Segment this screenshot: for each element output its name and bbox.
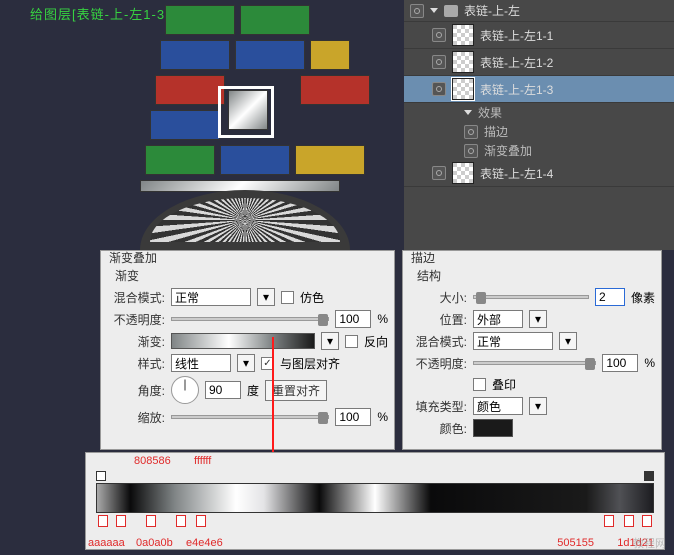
fx-stroke[interactable]: 描边 [484, 123, 508, 140]
group-name: 表链-上-左 [464, 2, 520, 19]
canvas-viewport [100, 0, 390, 250]
slider-scale[interactable] [171, 415, 329, 419]
fx-gradient-overlay[interactable]: 渐变叠加 [484, 142, 532, 159]
select-blend-mode[interactable]: 正常 [473, 332, 553, 350]
watermark: 教程网 [633, 535, 666, 551]
color-stop[interactable] [176, 515, 186, 527]
dropdown-icon[interactable]: ▾ [529, 310, 547, 328]
visibility-icon[interactable] [432, 82, 446, 96]
checkbox-dither[interactable] [281, 291, 294, 304]
dialog-gradient-overlay: 渐变叠加 渐变 混合模式: 正常▾ 仿色 不透明度: 100 % 渐变: ▾ 反… [100, 250, 395, 450]
color-stop[interactable] [624, 515, 634, 527]
dropdown-icon[interactable]: ▾ [559, 332, 577, 350]
dialog-title: 描边 [411, 249, 435, 266]
select-fill-type[interactable]: 颜色 [473, 397, 523, 415]
visibility-icon[interactable] [464, 144, 478, 158]
checkbox-reverse[interactable] [345, 335, 358, 348]
color-stop[interactable] [146, 515, 156, 527]
layers-panel: 表链-上-左 表链-上-左1-1 表链-上-左1-2 表链-上-左1-3 效果 … [404, 0, 674, 250]
dropdown-icon[interactable]: ▾ [237, 354, 255, 372]
color-stop[interactable] [642, 515, 652, 527]
layer-item[interactable]: 表链-上-左1-2 [404, 49, 674, 76]
selection-marquee [218, 86, 274, 138]
input-size[interactable]: 2 [595, 288, 625, 306]
color-stop[interactable] [98, 515, 108, 527]
dropdown-icon[interactable]: ▾ [257, 288, 275, 306]
input-scale[interactable]: 100 [335, 408, 371, 426]
slider-opacity[interactable] [171, 317, 329, 321]
select-style[interactable]: 线性 [171, 354, 231, 372]
reset-align-button[interactable]: 重置对齐 [265, 380, 327, 401]
color-stop[interactable] [604, 515, 614, 527]
visibility-icon[interactable] [432, 55, 446, 69]
visibility-icon[interactable] [464, 125, 478, 139]
input-opacity[interactable]: 100 [335, 310, 371, 328]
color-swatch[interactable] [473, 419, 513, 437]
layer-item-selected[interactable]: 表链-上-左1-3 [404, 76, 674, 103]
dropdown-icon[interactable]: ▾ [321, 332, 339, 350]
fx-label: 效果 [478, 104, 502, 121]
color-stop[interactable] [116, 515, 126, 527]
color-stop[interactable] [196, 515, 206, 527]
layer-group[interactable]: 表链-上-左 [404, 0, 674, 22]
folder-icon [444, 5, 458, 17]
input-angle[interactable]: 90 [205, 381, 241, 399]
opacity-stop[interactable] [644, 471, 654, 481]
select-blend-mode[interactable]: 正常 [171, 288, 251, 306]
gradient-bar[interactable] [96, 483, 654, 513]
dialog-stroke: 描边 结构 大小: 2 像素 位置: 外部▾ 混合模式: 正常▾ 不透明度: 1… [402, 250, 662, 450]
dropdown-icon[interactable]: ▾ [529, 397, 547, 415]
visibility-icon[interactable] [432, 28, 446, 42]
checkbox-overprint[interactable] [473, 378, 486, 391]
input-opacity[interactable]: 100 [602, 354, 638, 372]
opacity-stop[interactable] [96, 471, 106, 481]
annotation-arrow [272, 337, 274, 455]
layer-item[interactable]: 表链-上-左1-4 [404, 160, 674, 187]
gradient-picker[interactable] [171, 333, 315, 349]
select-position[interactable]: 外部 [473, 310, 523, 328]
section-header: 结构 [417, 267, 655, 284]
visibility-icon[interactable] [410, 4, 424, 18]
dialog-title: 渐变叠加 [109, 249, 157, 266]
layer-item[interactable]: 表链-上-左1-1 [404, 22, 674, 49]
visibility-icon[interactable] [432, 166, 446, 180]
angle-dial[interactable] [171, 376, 199, 404]
slider-size[interactable] [473, 295, 589, 299]
section-header: 渐变 [115, 267, 388, 284]
gradient-editor: 808586 ffffff aaaaaa 0a0a0b e4e4e6 50515… [85, 452, 665, 550]
slider-opacity[interactable] [473, 361, 596, 365]
